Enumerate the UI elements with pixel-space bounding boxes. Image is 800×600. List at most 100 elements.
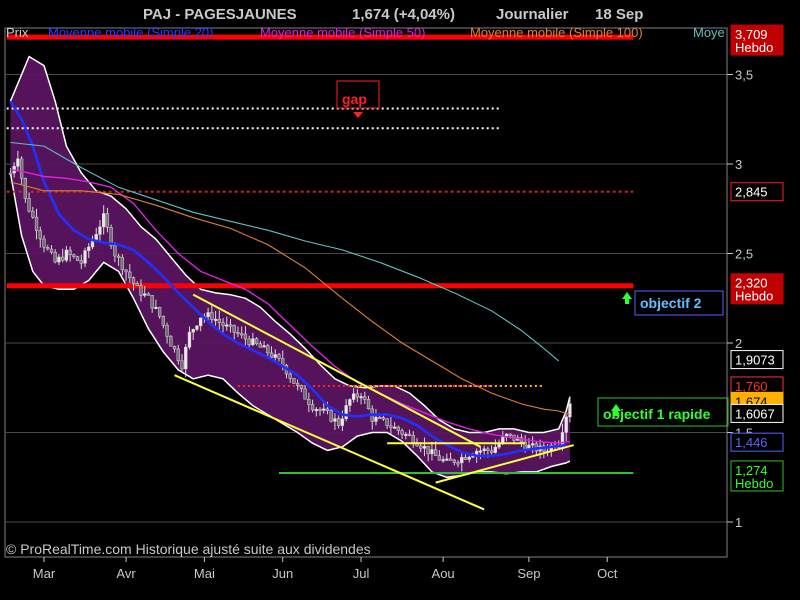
y-tick-label: 3,5 <box>735 68 753 83</box>
candle-body <box>460 457 464 464</box>
price-tag-value: 1,9073 <box>735 353 775 368</box>
candle-body <box>456 462 460 465</box>
candle-body <box>46 247 50 250</box>
legend-ma100: Moyenne mobile (Simple 100) <box>470 25 643 40</box>
candle-body <box>176 348 180 362</box>
candle-body <box>389 425 393 428</box>
candle-body <box>482 448 486 452</box>
objectif2-annotation[interactable]: objectif 2 <box>622 290 724 316</box>
date-label: 18 Sep <box>595 6 643 23</box>
gap-annotation[interactable]: gap <box>336 80 380 118</box>
candle-body <box>333 418 337 422</box>
candle-body <box>49 248 54 253</box>
price-tag-sub: Hebdo <box>735 289 773 304</box>
price-tag: 1,6067 <box>730 403 784 423</box>
candle-body <box>434 449 438 456</box>
candle-body <box>150 295 154 309</box>
candle-body <box>493 446 497 453</box>
candle-body <box>146 293 151 296</box>
candle-body <box>530 443 535 446</box>
candle-body <box>452 459 456 463</box>
x-tick-label: Jun <box>272 566 293 581</box>
candle-body <box>486 448 490 451</box>
price-tag-value: 1,760 <box>735 379 768 394</box>
candle-body <box>273 354 277 358</box>
x-tick-label: Sep <box>517 566 540 581</box>
candle-body <box>184 346 188 370</box>
candle-body <box>34 216 39 231</box>
x-tick-label: Aou <box>432 566 455 581</box>
candle-body <box>42 238 46 248</box>
y-tick-label: 1 <box>735 515 742 530</box>
candle-body <box>374 417 378 422</box>
candle-body <box>165 324 169 337</box>
candle-body <box>419 445 423 449</box>
x-tick-label: Avr <box>116 566 136 581</box>
candle-body <box>172 346 177 350</box>
grid <box>4 27 728 558</box>
candle-body <box>19 158 24 179</box>
candle-body <box>303 388 307 400</box>
candle-body <box>568 403 572 418</box>
candle-body <box>27 198 31 212</box>
up-arrow-icon <box>622 292 632 304</box>
candle-body <box>206 312 210 317</box>
candle-body <box>139 285 143 296</box>
candle-body <box>72 254 76 257</box>
candle-body <box>161 315 166 326</box>
candle-body <box>105 213 110 228</box>
legend-ma20: Moyenne mobile (Simple 20) <box>48 25 213 40</box>
candle-body <box>23 177 28 199</box>
candle-body <box>191 329 195 333</box>
objectif1-annotation[interactable]: objectif 1 rapide <box>597 397 729 427</box>
candle-body <box>53 251 57 263</box>
candle-body <box>262 345 266 348</box>
price-tag-sub: Hebdo <box>735 40 773 55</box>
price-tag: 1,446 <box>730 432 784 452</box>
legend-price: Prix <box>6 25 29 40</box>
candle-body <box>381 417 386 420</box>
candle-body <box>143 293 147 296</box>
candle-body <box>404 433 408 436</box>
period-label: Journalier <box>496 6 569 23</box>
price-tag-value: 1,446 <box>735 435 768 450</box>
candle-body <box>131 277 136 284</box>
price-tag: 3,709Hebdo <box>730 24 784 56</box>
candle-body <box>61 256 65 261</box>
candle-body <box>116 255 121 258</box>
candle-body <box>508 433 512 436</box>
price-tag-value: 1,6067 <box>735 406 775 421</box>
candle-body <box>348 399 352 406</box>
candle-body <box>292 378 296 384</box>
candle-body <box>344 405 348 420</box>
candle-body <box>31 210 35 218</box>
candle-body <box>489 450 494 453</box>
candle-body <box>16 158 20 167</box>
price-tag: 2,845 <box>730 182 784 202</box>
candle-body <box>359 396 363 399</box>
candle-body <box>38 230 42 240</box>
candle-body <box>68 249 72 256</box>
candle-body <box>310 404 315 411</box>
price-tag: 2,320Hebdo <box>730 273 784 305</box>
candle-body <box>128 271 132 279</box>
candle-body <box>102 213 106 228</box>
y-tick-label: 2 <box>735 336 742 351</box>
candle-body <box>217 318 221 323</box>
candle-body <box>329 410 333 422</box>
candle-body <box>385 418 389 427</box>
candle-body <box>378 417 382 420</box>
candle-body <box>325 408 330 411</box>
legend-ma50: Moyenne mobile (Simple 50) <box>260 25 425 40</box>
candle-body <box>169 336 173 347</box>
candle-body <box>318 409 322 412</box>
price-chart[interactable]: 11,522,533,5MarAvrMaiJunJulAouSepOct 3,7… <box>0 0 800 600</box>
candle-body <box>251 338 255 346</box>
candle-body <box>314 409 318 412</box>
x-tick-label: Mai <box>194 566 215 581</box>
candle-body <box>254 338 259 344</box>
candle-body <box>564 416 568 433</box>
candle-body <box>75 256 80 261</box>
candle-body <box>437 455 442 461</box>
candle-body <box>266 345 270 354</box>
